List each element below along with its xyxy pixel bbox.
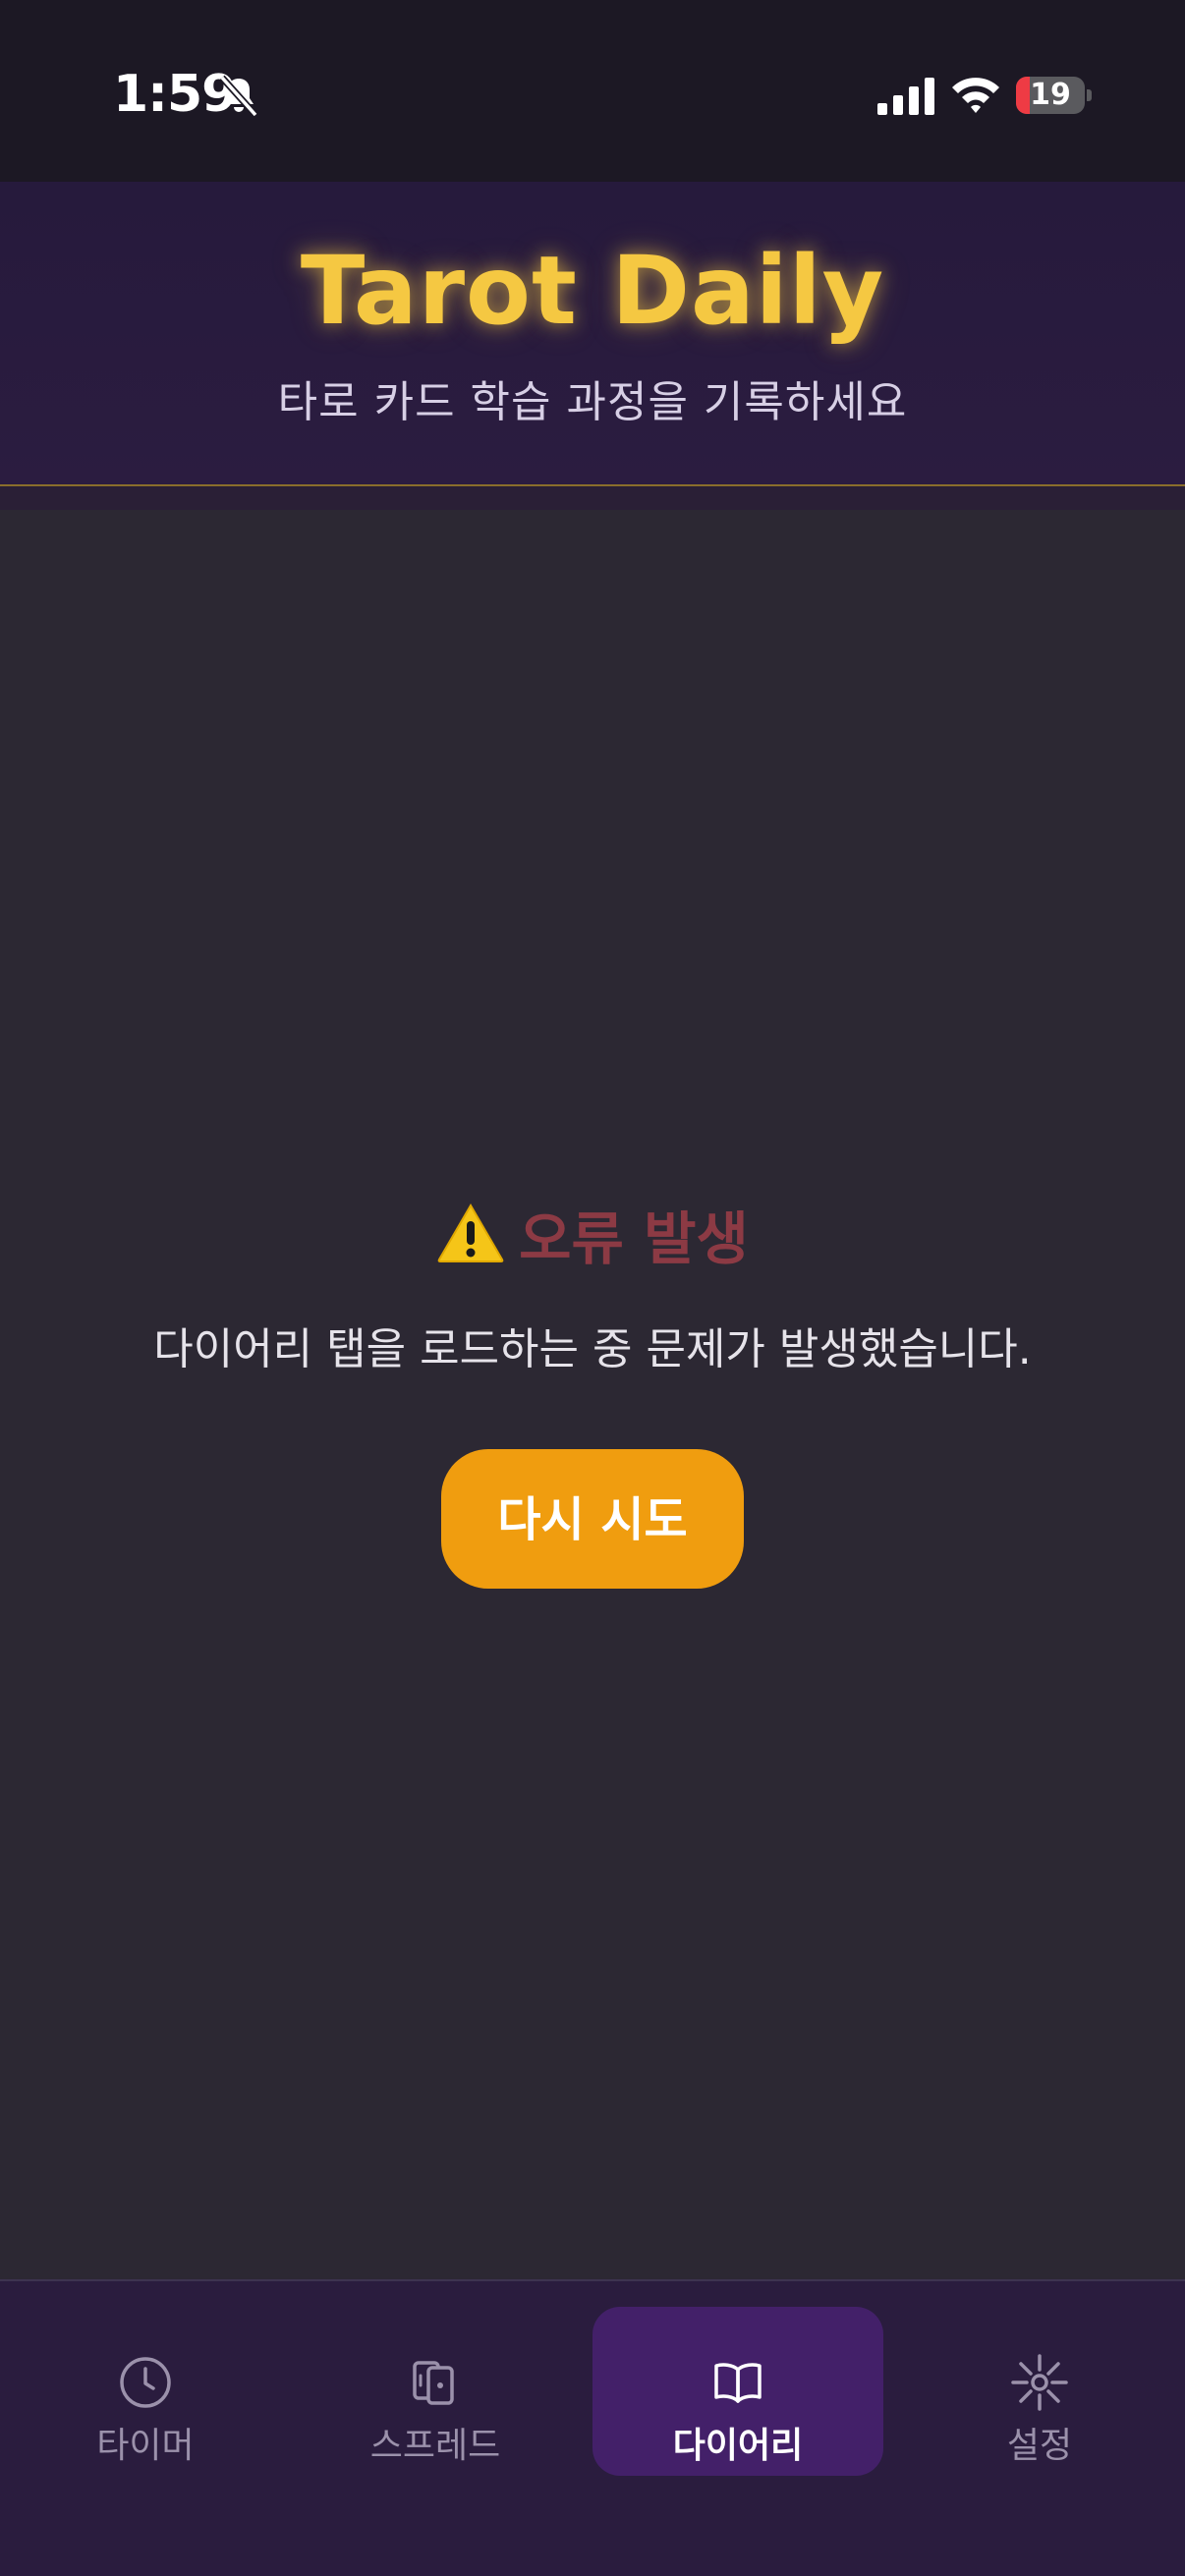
header-under: [0, 486, 1185, 510]
error-title: 오류 발생: [519, 1204, 749, 1272]
battery-icon: 19: [1016, 77, 1092, 114]
sun-icon: [1011, 2354, 1068, 2411]
tab-label: 설정: [1006, 2426, 1073, 2466]
retry-button[interactable]: 다시 시도: [441, 1449, 744, 1589]
app-subtitle: 타로 카드 학습 과정을 기록하세요: [277, 377, 908, 427]
tab-diary[interactable]: 다이어리: [592, 2307, 883, 2476]
error-panel: 오류 발생 다이어리 탭을 로드하는 중 문제가 발생했습니다.: [0, 1194, 1185, 1376]
error-message: 다이어리 탭을 로드하는 중 문제가 발생했습니다.: [153, 1324, 1032, 1374]
tab-spread[interactable]: 스프레드: [290, 2307, 581, 2476]
bell-slash-icon: [219, 75, 258, 118]
battery-cap: [1087, 89, 1092, 101]
app-header: Tarot Daily 타로 카드 학습 과정을 기록하세요: [0, 182, 1185, 484]
cards-icon: [413, 2361, 454, 2405]
tab-label: 스프레드: [369, 2426, 501, 2466]
bottom-tab-bar: 타이머 스프레드 다이어리 설정: [0, 2279, 1185, 2576]
error-title-row: 오류 발생: [0, 1194, 1185, 1282]
tab-settings[interactable]: 설정: [894, 2307, 1185, 2476]
tab-label: 타이머: [96, 2426, 195, 2466]
battery-level: 19: [1030, 78, 1071, 112]
status-bar: 1:59 19: [0, 0, 1185, 182]
warning-icon: [437, 1203, 504, 1262]
signal-icon: [877, 78, 934, 115]
tab-timer[interactable]: 타이머: [0, 2307, 291, 2476]
battery-body: 19: [1016, 77, 1085, 114]
app-screen: 1:59 19 Tarot Daily 타로 카드 학습 과정을 기록하세요 오…: [0, 0, 1185, 2576]
app-title: Tarot Daily: [300, 236, 885, 346]
book-open-icon: [714, 2363, 762, 2403]
wifi-icon: [952, 78, 999, 113]
clock-icon: [120, 2357, 171, 2408]
tab-label: 다이어리: [672, 2426, 804, 2466]
